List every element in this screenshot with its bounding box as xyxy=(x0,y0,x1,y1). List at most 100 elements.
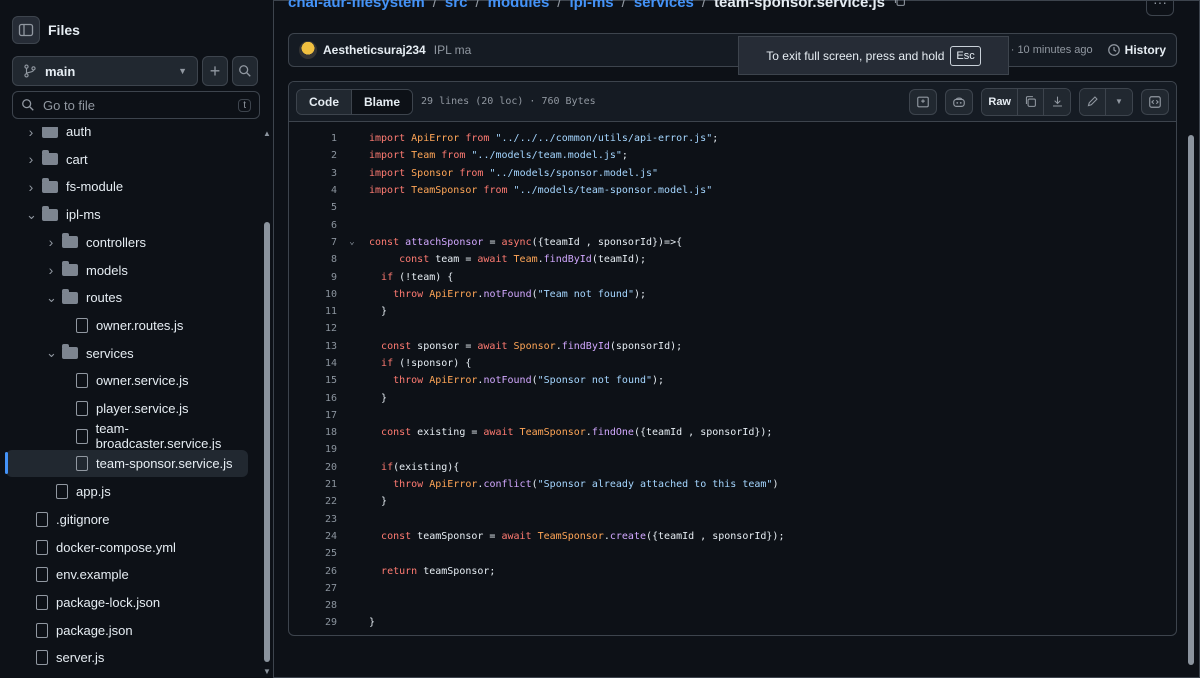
tab-code[interactable]: Code xyxy=(297,89,352,114)
line-number[interactable]: 6 xyxy=(289,220,337,231)
line-number[interactable]: 15 xyxy=(289,375,337,386)
code-line: 26 return teamSponsor; xyxy=(289,562,1176,579)
breadcrumb-link[interactable]: ipl-ms xyxy=(569,0,613,14)
line-number[interactable]: 2 xyxy=(289,150,337,161)
line-number[interactable]: 27 xyxy=(289,583,337,594)
breadcrumb-link[interactable]: chai-aur-filesystem xyxy=(288,0,425,14)
commit-author[interactable]: Aestheticsuraj234 xyxy=(323,43,426,57)
line-number[interactable]: 20 xyxy=(289,462,337,473)
tree-file-package-lock-json[interactable]: package-lock.json xyxy=(6,589,248,616)
line-number[interactable]: 25 xyxy=(289,548,337,559)
line-number[interactable]: 24 xyxy=(289,531,337,542)
line-number[interactable]: 8 xyxy=(289,254,337,265)
line-number[interactable]: 21 xyxy=(289,479,337,490)
edit-options-dropdown[interactable]: ▼ xyxy=(1106,88,1132,115)
open-symbols-button[interactable] xyxy=(909,88,938,115)
git-branch-icon xyxy=(24,64,36,78)
breadcrumb-link[interactable]: services xyxy=(634,0,694,14)
line-number[interactable]: 7 xyxy=(289,237,337,248)
page-scrollbar[interactable] xyxy=(1186,100,1196,678)
download-button[interactable] xyxy=(1044,88,1070,115)
tree-file-owner-routes-js[interactable]: owner.routes.js xyxy=(6,312,248,339)
tree-file-docker-compose-yml[interactable]: docker-compose.yml xyxy=(6,534,248,561)
tree-folder-controllers[interactable]: › controllers xyxy=(6,229,248,256)
avatar[interactable] xyxy=(299,41,317,59)
line-number[interactable]: 29 xyxy=(289,617,337,628)
chevron-right-icon[interactable]: › xyxy=(26,151,36,167)
history-button[interactable]: History xyxy=(1107,43,1166,57)
code-line: 28 xyxy=(289,597,1176,614)
more-options-button[interactable]: ··· xyxy=(1146,0,1174,16)
breadcrumb-link[interactable]: modules xyxy=(488,0,550,14)
line-number[interactable]: 17 xyxy=(289,410,337,421)
fold-chevron-icon[interactable]: ⌄ xyxy=(337,237,367,247)
tree-folder-fs-module[interactable]: › fs-module xyxy=(6,173,248,200)
tree-file-player-service-js[interactable]: player.service.js xyxy=(6,395,248,422)
tree-file-package-json[interactable]: package.json xyxy=(6,617,248,644)
tree-folder-services[interactable]: ⌄ services xyxy=(6,340,248,367)
chevron-right-icon[interactable]: › xyxy=(46,234,56,250)
code-line: 13 const sponsor = await Sponsor.findByI… xyxy=(289,338,1176,355)
chevron-right-icon[interactable]: › xyxy=(26,179,36,195)
tree-folder-cart[interactable]: › cart xyxy=(6,146,248,173)
chevron-right-icon[interactable]: › xyxy=(46,262,56,278)
line-number[interactable]: 19 xyxy=(289,444,337,455)
chevron-right-icon[interactable]: › xyxy=(26,127,36,140)
tree-file-team-broadcaster-service-js[interactable]: team-broadcaster.service.js xyxy=(6,421,248,451)
tree-file-owner-service-js[interactable]: owner.service.js xyxy=(6,367,248,394)
chevron-down-icon[interactable]: ⌄ xyxy=(46,345,57,361)
tree-item-label: auth xyxy=(66,127,92,139)
line-number[interactable]: 18 xyxy=(289,427,337,438)
tree-item-label: controllers xyxy=(86,234,146,250)
line-number[interactable]: 3 xyxy=(289,168,337,179)
breadcrumb-link[interactable]: src xyxy=(445,0,468,14)
copilot-button[interactable] xyxy=(945,88,974,115)
chevron-down-icon[interactable]: ⌄ xyxy=(26,207,37,223)
line-number[interactable]: 23 xyxy=(289,514,337,525)
tree-folder-ipl-ms[interactable]: ⌄ ipl-ms xyxy=(6,201,248,228)
line-number[interactable]: 12 xyxy=(289,323,337,334)
code-view[interactable]: 1 import ApiError from "../../../common/u… xyxy=(289,130,1176,632)
sidebar-scroll-thumb[interactable] xyxy=(264,222,270,662)
history-icon xyxy=(1107,44,1120,56)
chevron-down-icon[interactable]: ⌄ xyxy=(46,290,57,306)
tree-file-gitignore[interactable]: .gitignore xyxy=(6,506,248,533)
commit-message[interactable]: IPL ma xyxy=(434,43,472,57)
tree-file-team-sponsor-service-js[interactable]: team-sponsor.service.js xyxy=(6,450,248,478)
raw-button[interactable]: Raw xyxy=(982,88,1018,115)
line-number[interactable]: 9 xyxy=(289,272,337,283)
symbols-button[interactable] xyxy=(1141,88,1169,115)
tree-file-env-example[interactable]: env.example xyxy=(6,561,248,588)
shortcut-key: t xyxy=(238,98,251,112)
line-number[interactable]: 16 xyxy=(289,393,337,404)
search-files-button[interactable] xyxy=(232,56,258,86)
line-number[interactable]: 1 xyxy=(289,133,337,144)
tab-blame[interactable]: Blame xyxy=(352,89,413,114)
branch-selector[interactable]: main ▼ xyxy=(12,56,198,86)
page-scroll-thumb[interactable] xyxy=(1188,135,1194,665)
collapse-sidebar-button[interactable] xyxy=(12,16,40,44)
add-file-button[interactable]: + xyxy=(202,56,228,86)
tree-folder-models[interactable]: › models xyxy=(6,257,248,284)
copy-path-icon[interactable] xyxy=(893,0,906,14)
line-number[interactable]: 13 xyxy=(289,341,337,352)
edit-file-button[interactable] xyxy=(1080,88,1106,115)
go-to-file-input[interactable]: Go to file t xyxy=(12,91,260,119)
tree-folder-routes[interactable]: ⌄ routes xyxy=(6,284,248,311)
line-number[interactable]: 4 xyxy=(289,185,337,196)
code-text: if (!team) { xyxy=(381,271,454,283)
line-number[interactable]: 5 xyxy=(289,202,337,213)
line-number[interactable]: 22 xyxy=(289,496,337,507)
line-number[interactable]: 14 xyxy=(289,358,337,369)
line-number[interactable]: 11 xyxy=(289,306,337,317)
sidebar-scrollbar[interactable]: ▲ ▼ xyxy=(262,127,272,678)
line-number[interactable]: 10 xyxy=(289,289,337,300)
tree-file-app-js[interactable]: app.js xyxy=(6,478,248,505)
tree-folder-auth[interactable]: › auth xyxy=(6,127,248,145)
line-number[interactable]: 26 xyxy=(289,566,337,577)
tree-file-server-js[interactable]: server.js xyxy=(6,644,248,671)
code-line: 25 xyxy=(289,545,1176,562)
code-square-icon xyxy=(1149,95,1161,108)
copy-raw-button[interactable] xyxy=(1018,88,1044,115)
line-number[interactable]: 28 xyxy=(289,600,337,611)
